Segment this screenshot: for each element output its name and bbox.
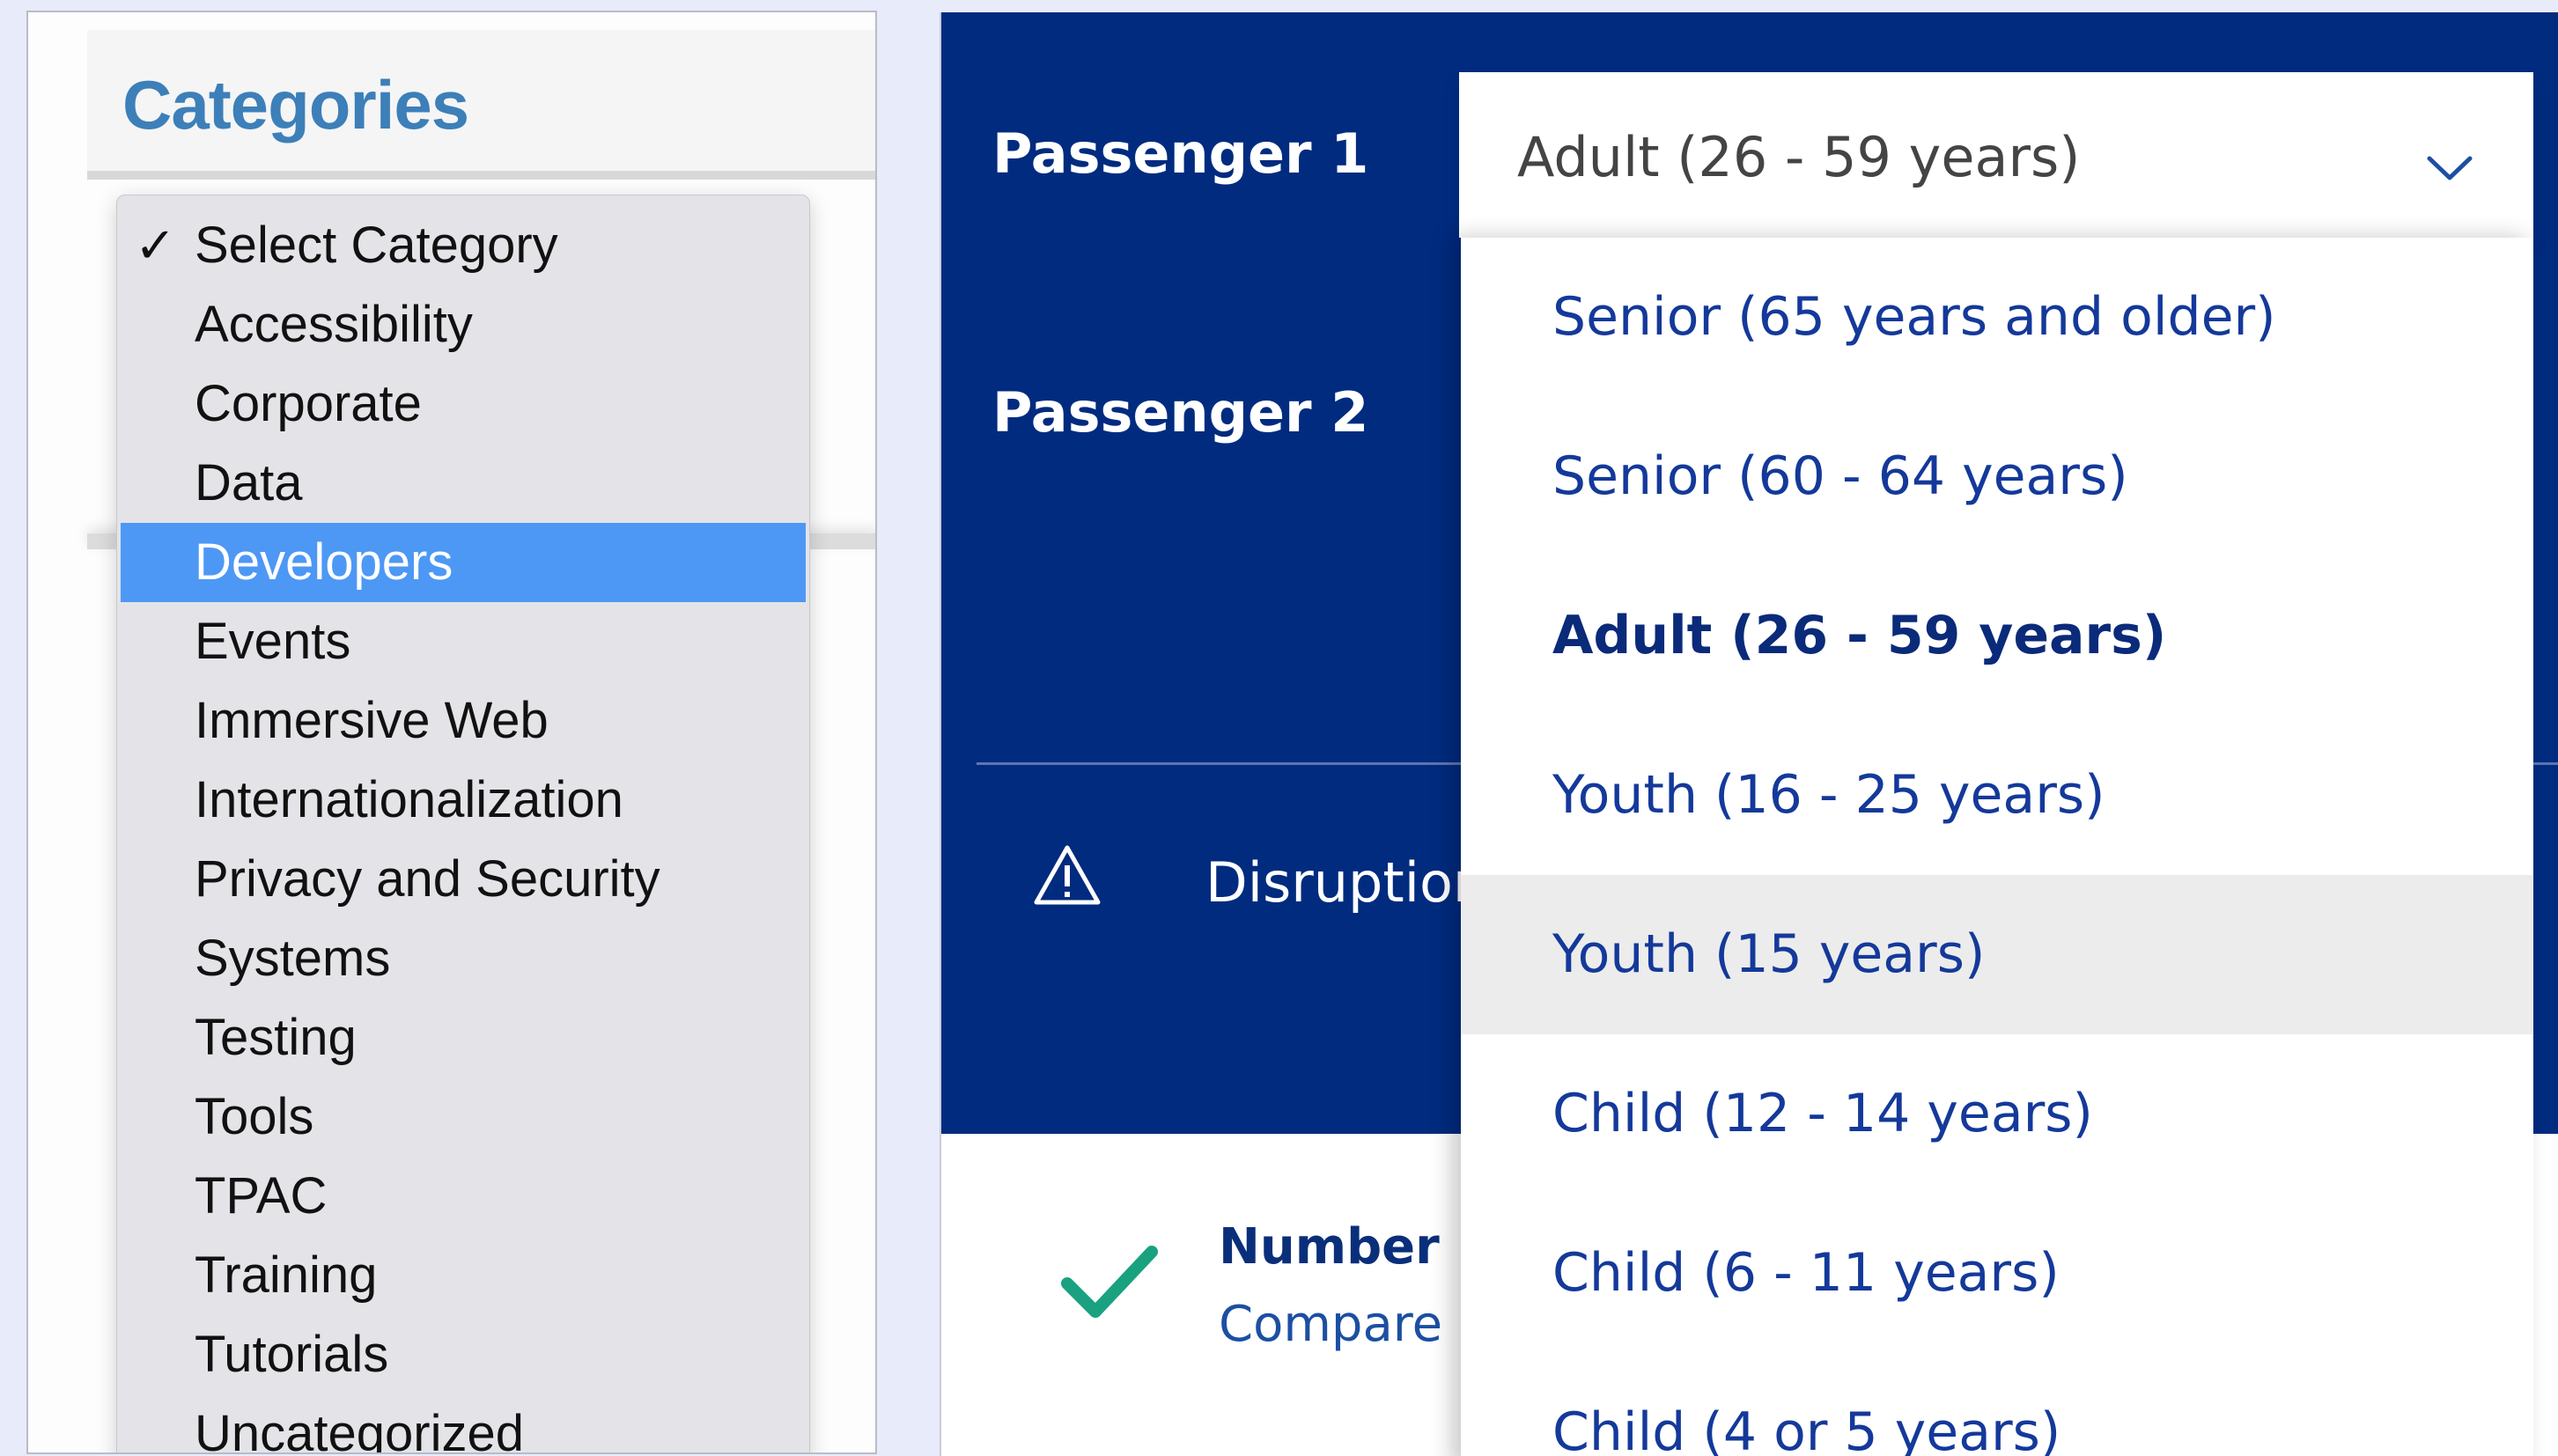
category-option-tpac[interactable]: TPAC [117, 1157, 809, 1236]
category-option-label: Tutorials [195, 1326, 389, 1383]
passenger-2-label: Passenger 2 [992, 380, 1369, 445]
category-option-label: Uncategorized [195, 1405, 524, 1454]
category-option-systems[interactable]: Systems [117, 919, 809, 998]
chevron-down-icon [2427, 156, 2473, 180]
passenger-1-age-select[interactable]: Adult (26 - 59 years) [1459, 72, 2533, 238]
category-option-label: Data [195, 454, 303, 511]
category-option-internationalization[interactable]: Internationalization [117, 761, 809, 840]
disruption-notice[interactable]: Disruption [1205, 850, 1487, 915]
category-option-select[interactable]: ✓ Select Category [117, 206, 809, 285]
category-option-label: Developers [195, 533, 453, 591]
category-option-label: Training [195, 1246, 378, 1304]
category-option-privacy-security[interactable]: Privacy and Security [117, 840, 809, 919]
age-option-senior-65[interactable]: Senior (65 years and older) [1461, 238, 2533, 397]
check-icon [1061, 1246, 1158, 1318]
category-option-label: TPAC [195, 1167, 328, 1224]
age-option-child-6[interactable]: Child (6 - 11 years) [1461, 1194, 2533, 1353]
category-option-developers[interactable]: Developers [121, 523, 806, 602]
category-option-label: Events [195, 613, 351, 670]
age-option-child-12[interactable]: Child (12 - 14 years) [1461, 1034, 2533, 1194]
categories-header: Categories [87, 30, 875, 180]
booking-panel: Passenger 1 Passenger 2 Disruption Numbe… [940, 12, 2558, 1456]
category-option-accessibility[interactable]: Accessibility [117, 285, 809, 364]
passenger-1-age-value: Adult (26 - 59 years) [1517, 125, 2081, 189]
category-option-training[interactable]: Training [117, 1236, 809, 1315]
age-option-youth-15[interactable]: Youth (15 years) [1461, 875, 2533, 1034]
category-option-label: Tools [195, 1088, 314, 1145]
age-option-adult[interactable]: Adult (26 - 59 years) [1461, 556, 2533, 716]
category-option-tools[interactable]: Tools [117, 1077, 809, 1157]
category-option-corporate[interactable]: Corporate [117, 364, 809, 444]
category-dropdown-list[interactable]: ✓ Select Category Accessibility Corporat… [116, 195, 810, 1454]
category-option-label: Corporate [195, 375, 422, 432]
category-option-label: Systems [195, 930, 391, 987]
feature-description: Compare E [1219, 1296, 1490, 1353]
feature-heading: Number 1 [1219, 1218, 1492, 1276]
category-option-label: Select Category [195, 217, 558, 274]
category-option-tutorials[interactable]: Tutorials [117, 1315, 809, 1394]
passenger-age-dropdown[interactable]: Senior (65 years and older) Senior (60 -… [1461, 238, 2533, 1456]
age-option-child-4[interactable]: Child (4 or 5 years) [1461, 1353, 2533, 1456]
category-option-label: Internationalization [195, 771, 623, 828]
category-option-events[interactable]: Events [117, 602, 809, 681]
category-option-uncategorized[interactable]: Uncategorized [117, 1394, 809, 1454]
categories-panel: Categories ✓ Select Category Accessibili… [26, 11, 877, 1454]
checkmark-icon: ✓ [135, 217, 176, 273]
age-option-senior-60[interactable]: Senior (60 - 64 years) [1461, 397, 2533, 556]
category-option-label: Privacy and Security [195, 850, 660, 908]
warning-triangle-icon [1034, 845, 1101, 905]
category-option-immersive-web[interactable]: Immersive Web [117, 681, 809, 761]
category-option-data[interactable]: Data [117, 444, 809, 523]
category-option-label: Testing [195, 1009, 357, 1066]
age-option-youth-16[interactable]: Youth (16 - 25 years) [1461, 716, 2533, 875]
categories-title: Categories [122, 66, 469, 143]
passenger-1-label: Passenger 1 [992, 121, 1369, 186]
category-option-label: Accessibility [195, 296, 473, 353]
category-option-label: Immersive Web [195, 692, 549, 749]
category-option-testing[interactable]: Testing [117, 998, 809, 1077]
